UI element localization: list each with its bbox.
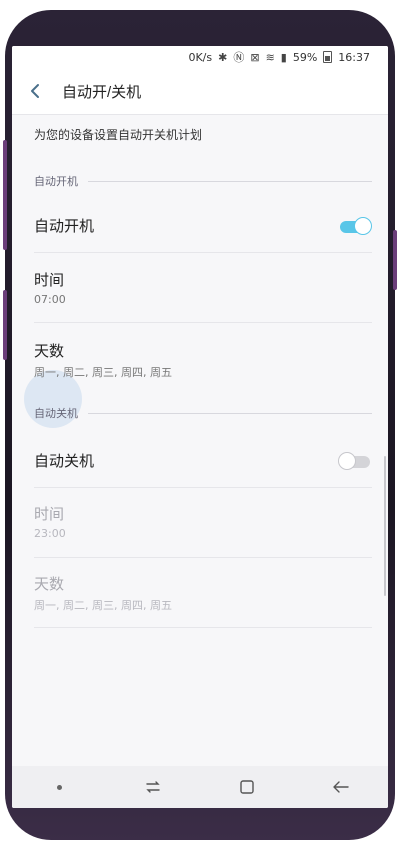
days-value: 周一, 周二, 周三, 周四, 周五 bbox=[34, 366, 172, 379]
row-divider bbox=[34, 487, 372, 488]
back-icon bbox=[333, 781, 349, 793]
auto-power-on-toggle[interactable] bbox=[340, 217, 372, 235]
app-bar: 自动开/关机 bbox=[12, 68, 388, 114]
left-side-button bbox=[3, 140, 7, 250]
auto-power-off-label: 自动关机 bbox=[34, 452, 95, 470]
battery-icon bbox=[323, 51, 333, 63]
auto-power-on-row[interactable]: 自动开机 bbox=[34, 215, 372, 236]
section-header-power-on: 自动开机 bbox=[34, 173, 372, 189]
signal-icon: ▮ bbox=[280, 50, 287, 64]
time-label: 时间 bbox=[34, 271, 65, 289]
dot-icon bbox=[56, 784, 62, 790]
page-title: 自动开/关机 bbox=[62, 83, 142, 101]
toggle-knob bbox=[354, 217, 372, 235]
back-arrow-icon bbox=[31, 84, 39, 98]
section-divider bbox=[88, 412, 372, 414]
nfc-icon: Ⓝ bbox=[233, 51, 245, 64]
nav-back-button[interactable] bbox=[321, 772, 361, 802]
row-divider bbox=[34, 322, 372, 323]
time-label: 时间 bbox=[34, 505, 65, 523]
clock: 16:37 bbox=[338, 50, 370, 64]
section-label: 自动开机 bbox=[34, 175, 78, 188]
power-off-days-row[interactable]: 天数 周一, 周二, 周三, 周四, 周五 bbox=[34, 573, 372, 613]
days-label: 天数 bbox=[34, 342, 65, 360]
time-value: 23:00 bbox=[34, 527, 66, 540]
days-label: 天数 bbox=[34, 575, 65, 593]
auto-power-off-toggle[interactable] bbox=[338, 452, 370, 470]
section-header-power-off: 自动关机 bbox=[34, 405, 372, 421]
bluetooth-icon: ✱ bbox=[218, 50, 228, 64]
days-value: 周一, 周二, 周三, 周四, 周五 bbox=[34, 599, 172, 612]
scrollbar[interactable] bbox=[384, 456, 386, 596]
page-description: 为您的设备设置自动开关机计划 bbox=[34, 128, 203, 142]
app-bar-divider bbox=[12, 114, 388, 115]
left-side-button-2 bbox=[3, 290, 7, 360]
phone-frame: 0K/s ✱ Ⓝ ⊠ ≋ ▮ 59% 16:37 自动开/关机 为您的设备设置自… bbox=[0, 0, 400, 847]
section-label: 自动关机 bbox=[34, 407, 78, 420]
auto-power-on-label: 自动开机 bbox=[34, 217, 95, 235]
row-divider bbox=[34, 557, 372, 558]
toggle-knob bbox=[338, 452, 356, 470]
back-button[interactable] bbox=[20, 68, 50, 114]
recents-icon bbox=[146, 781, 160, 793]
status-bar: 0K/s ✱ Ⓝ ⊠ ≋ ▮ 59% 16:37 bbox=[12, 46, 388, 68]
home-button[interactable] bbox=[227, 772, 267, 802]
power-on-days-row[interactable]: 天数 周一, 周二, 周三, 周四, 周五 bbox=[34, 340, 372, 380]
wifi-icon: ≋ bbox=[265, 50, 275, 64]
auto-power-off-row[interactable]: 自动关机 bbox=[34, 450, 372, 471]
nav-dot-button[interactable] bbox=[39, 772, 79, 802]
home-icon bbox=[240, 780, 254, 794]
screen: 0K/s ✱ Ⓝ ⊠ ≋ ▮ 59% 16:37 自动开/关机 为您的设备设置自… bbox=[12, 46, 388, 808]
navigation-bar bbox=[12, 766, 388, 808]
row-divider bbox=[34, 252, 372, 253]
section-divider bbox=[88, 180, 372, 182]
network-speed: 0K/s bbox=[188, 50, 213, 64]
mute-icon: ⊠ bbox=[250, 50, 260, 64]
row-divider bbox=[34, 627, 372, 628]
power-off-time-row[interactable]: 时间 23:00 bbox=[34, 503, 372, 540]
power-on-time-row[interactable]: 时间 07:00 bbox=[34, 269, 372, 306]
recents-button[interactable] bbox=[133, 772, 173, 802]
battery-percent: 59% bbox=[292, 50, 318, 64]
time-value: 07:00 bbox=[34, 293, 66, 306]
right-side-button bbox=[393, 230, 397, 290]
